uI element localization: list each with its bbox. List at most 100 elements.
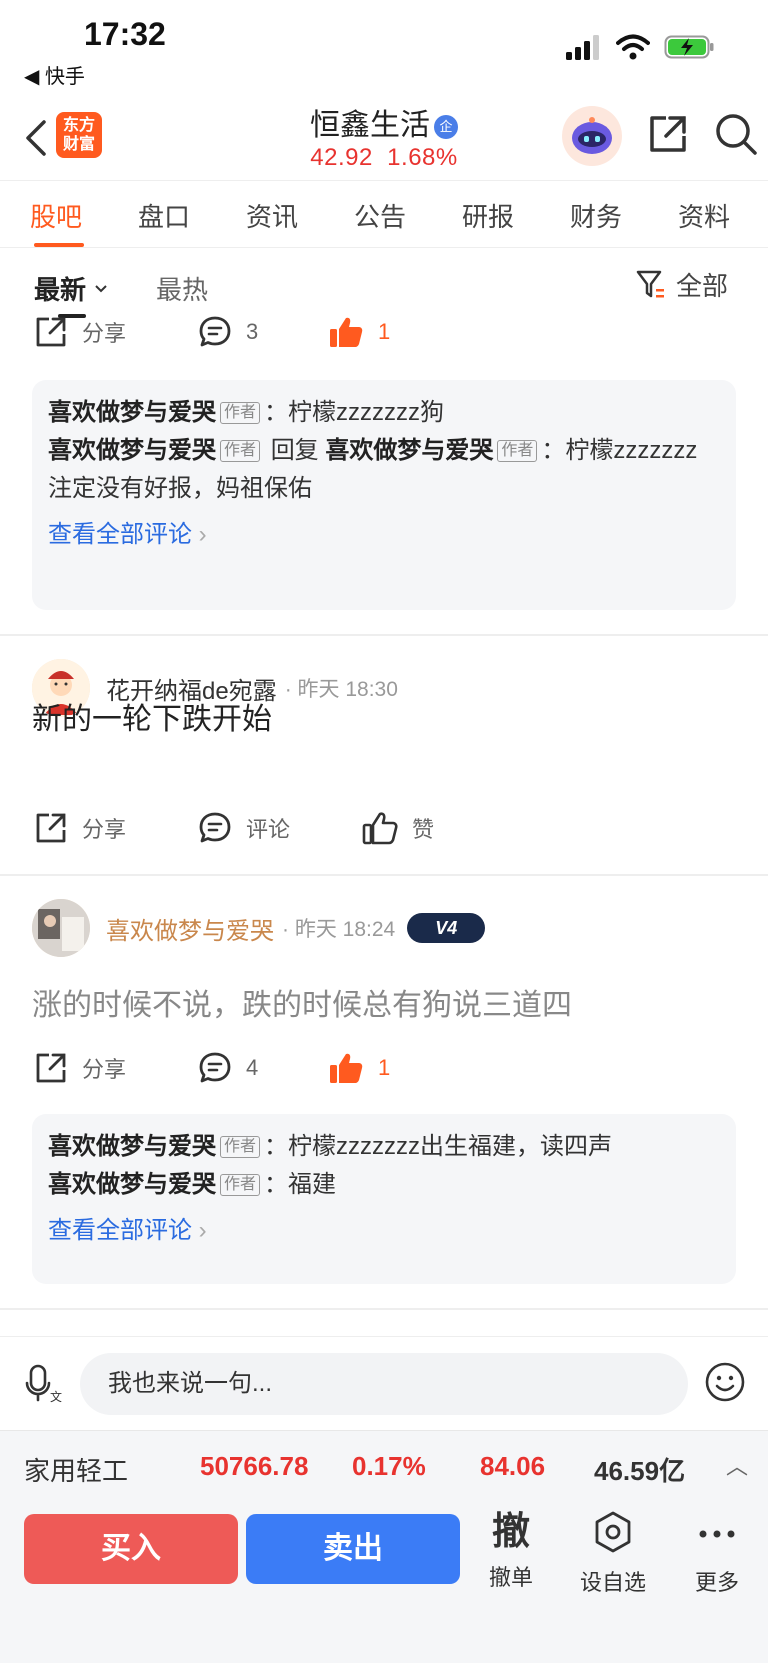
reply-author[interactable]: 喜欢做梦与爱哭 bbox=[48, 1133, 216, 1160]
sector-change: 84.06 bbox=[480, 1451, 546, 1481]
share-icon bbox=[36, 317, 66, 347]
level-badge: V4 bbox=[407, 913, 486, 943]
reply-to-author[interactable]: 喜欢做梦与爱哭 bbox=[325, 437, 493, 464]
post-content[interactable]: 新的一轮下跌开始 bbox=[32, 694, 272, 738]
share-icon[interactable] bbox=[646, 112, 690, 156]
author-tag: 作者 bbox=[220, 1136, 261, 1158]
sector-volume: 46.59亿 bbox=[594, 1456, 686, 1486]
comment-button[interactable]: 3 bbox=[198, 302, 258, 362]
chevron-up-icon[interactable]: ︿ bbox=[726, 1449, 748, 1481]
view-all-comments-link[interactable]: 查看全部评论 › bbox=[48, 518, 720, 552]
voice-input-icon[interactable]: 文 bbox=[24, 1363, 62, 1403]
view-all-comments-link[interactable]: 查看全部评论 › bbox=[48, 1214, 720, 1248]
sector-name: 家用轻工 bbox=[24, 1456, 129, 1486]
ai-assistant-robot-icon[interactable] bbox=[562, 106, 622, 166]
sell-button[interactable]: 卖出 bbox=[246, 1514, 460, 1584]
share-button[interactable]: 分享 bbox=[34, 302, 126, 362]
comment-label: 评论 bbox=[246, 817, 291, 842]
cancel-order-button[interactable]: 撤 撤单 bbox=[466, 1510, 556, 1592]
battery-charging-icon bbox=[664, 35, 714, 59]
reply-author[interactable]: 喜欢做梦与爱哭 bbox=[48, 1171, 216, 1198]
svg-text:文: 文 bbox=[50, 1389, 62, 1403]
cancel-order-icon: 撤 bbox=[491, 1511, 530, 1553]
signal-icon bbox=[566, 35, 599, 60]
tab-profile[interactable]: 资料 bbox=[678, 197, 730, 234]
post-content[interactable]: 涨的时候不说，跌的时候总有狗说三道四 bbox=[32, 980, 572, 1024]
stock-change-pct: 1.68% bbox=[387, 144, 458, 171]
sector-ticker[interactable]: 家用轻工 50766.78 0.17% 84.06 46.59亿 ︿ bbox=[0, 1430, 768, 1500]
comment-input[interactable]: 我也来说一句... bbox=[80, 1353, 688, 1415]
share-button[interactable]: 分享 bbox=[34, 1038, 126, 1098]
post-actions: 分享 评论 赞 bbox=[0, 798, 768, 858]
like-button[interactable]: 1 bbox=[328, 302, 390, 362]
like-button[interactable]: 1 bbox=[328, 1038, 390, 1098]
view-all-label: 查看全部评论 bbox=[48, 1217, 192, 1244]
post-divider bbox=[0, 1308, 768, 1310]
more-button[interactable]: 更多 bbox=[672, 1510, 762, 1597]
comment-button[interactable]: 评论 bbox=[198, 798, 290, 858]
stock-header: 东方 财富 恒鑫生活企 42.92 1.68% bbox=[0, 100, 768, 180]
post-time: · 昨天 18:30 bbox=[284, 678, 398, 701]
tab-announcements[interactable]: 公告 bbox=[354, 197, 406, 234]
reply-word: 回复 bbox=[270, 437, 319, 464]
filter-icon bbox=[636, 270, 664, 297]
avatar[interactable] bbox=[32, 899, 90, 957]
reply-text: ：柠檬zzzzzzz狗 bbox=[264, 399, 445, 426]
filter-label: 全部 bbox=[676, 271, 729, 301]
reply-item: 喜欢做梦与爱哭 作者 回复 喜欢做梦与爱哭 作者 ：柠檬zzzzzzz注定没有好报，妈… bbox=[48, 432, 720, 508]
filter-button[interactable]: 全部 bbox=[636, 266, 728, 303]
enterprise-badge: 企 bbox=[434, 115, 458, 139]
chevron-right-icon: › bbox=[198, 1217, 207, 1244]
author-tag: 作者 bbox=[220, 1174, 261, 1196]
reply-preview-box: 喜欢做梦与爱哭 作者 ：柠檬zzzzzzz出生福建，读四声 喜欢做梦与爱哭 作者 ：福建… bbox=[32, 1114, 736, 1284]
tab-pankou[interactable]: 盘口 bbox=[138, 197, 190, 234]
add-watchlist-label: 设自选 bbox=[579, 1570, 646, 1595]
post-divider bbox=[0, 634, 768, 636]
stock-name: 恒鑫生活 bbox=[310, 109, 430, 142]
stock-tabs: 股吧 盘口 资讯 公告 研报 财务 资料 bbox=[0, 180, 768, 248]
share-label: 分享 bbox=[82, 1057, 127, 1082]
cancel-order-label: 撤单 bbox=[488, 1565, 533, 1590]
share-label: 分享 bbox=[82, 817, 127, 842]
reply-author[interactable]: 喜欢做梦与爱哭 bbox=[48, 437, 216, 464]
wifi-icon bbox=[616, 34, 650, 60]
thumbs-up-icon bbox=[362, 812, 398, 845]
comment-bar: 文 我也来说一句... bbox=[0, 1336, 768, 1430]
post-divider bbox=[0, 874, 768, 876]
view-all-label: 查看全部评论 bbox=[48, 521, 192, 548]
author-tag: 作者 bbox=[220, 402, 261, 424]
share-label: 分享 bbox=[82, 321, 127, 346]
clock: 17:32 bbox=[84, 16, 166, 52]
reply-author[interactable]: 喜欢做梦与爱哭 bbox=[48, 399, 216, 426]
comment-button[interactable]: 4 bbox=[198, 1038, 258, 1098]
like-count: 1 bbox=[378, 1055, 391, 1080]
active-tab-indicator bbox=[34, 243, 84, 247]
username[interactable]: 喜欢做梦与爱哭 bbox=[106, 911, 274, 946]
tab-research[interactable]: 研报 bbox=[462, 197, 514, 234]
trade-bar: 买入 卖出 撤 撤单 设自选 更多 bbox=[0, 1500, 768, 1663]
author-tag: 作者 bbox=[497, 440, 538, 462]
tab-news[interactable]: 资讯 bbox=[246, 197, 298, 234]
comment-count: 4 bbox=[246, 1055, 259, 1080]
emoji-icon[interactable] bbox=[704, 1361, 746, 1403]
reply-item: 喜欢做梦与爱哭 作者 ：柠檬zzzzzzz狗 bbox=[48, 394, 720, 432]
share-button[interactable]: 分享 bbox=[34, 798, 126, 858]
author-tag: 作者 bbox=[220, 440, 261, 462]
stock-price: 42.92 bbox=[310, 144, 373, 171]
more-dots-icon bbox=[699, 1530, 735, 1538]
like-button[interactable]: 赞 bbox=[362, 798, 434, 858]
tab-finance[interactable]: 财务 bbox=[570, 197, 622, 234]
like-label: 赞 bbox=[412, 817, 435, 842]
post-actions: 分享 3 1 bbox=[0, 302, 768, 362]
watchlist-gear-icon bbox=[595, 1511, 631, 1553]
add-watchlist-button[interactable]: 设自选 bbox=[568, 1510, 658, 1597]
share-icon bbox=[36, 813, 66, 843]
tab-guba[interactable]: 股吧 bbox=[30, 197, 82, 234]
more-label: 更多 bbox=[694, 1570, 739, 1595]
reply-item: 喜欢做梦与爱哭 作者 ：柠檬zzzzzzz出生福建，读四声 bbox=[48, 1128, 720, 1166]
back-to-app-link[interactable]: ◀ 快手 bbox=[24, 60, 85, 89]
buy-button[interactable]: 买入 bbox=[24, 1514, 238, 1584]
search-icon[interactable] bbox=[714, 112, 758, 156]
reply-text: ：福建 bbox=[264, 1171, 337, 1198]
thumbs-up-filled-icon bbox=[330, 317, 363, 347]
